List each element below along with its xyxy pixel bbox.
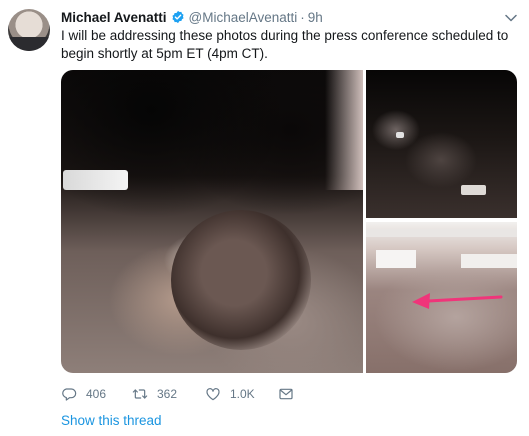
tweet-card[interactable]: Michael Avenatti @MichaelAvenatti · 9h I… bbox=[0, 0, 529, 436]
media-photo-2[interactable] bbox=[366, 70, 517, 218]
retweet-icon bbox=[132, 389, 148, 399]
photo-background-detail bbox=[325, 70, 363, 190]
chevron-down-icon[interactable] bbox=[505, 10, 517, 22]
avatar-shirt bbox=[8, 37, 50, 51]
retweet-button[interactable]: 362 bbox=[132, 385, 177, 403]
reply-button[interactable]: 406 bbox=[61, 385, 106, 403]
show-thread-link[interactable]: Show this thread bbox=[61, 413, 162, 428]
photo-white-cap-detail bbox=[63, 170, 128, 190]
tweet-actions: 406 362 1.0K bbox=[61, 385, 361, 403]
tweet-timestamp[interactable]: 9h bbox=[308, 10, 323, 25]
heart-icon bbox=[206, 388, 220, 401]
media-photo-3[interactable] bbox=[366, 222, 517, 373]
reply-icon bbox=[62, 388, 77, 401]
tweet-text: I will be addressing these photos during… bbox=[61, 28, 509, 61]
author-name[interactable]: Michael Avenatti bbox=[61, 10, 167, 25]
author-avatar[interactable] bbox=[8, 9, 50, 51]
author-handle[interactable]: @MichaelAvenatti bbox=[189, 10, 298, 25]
envelope-icon bbox=[279, 388, 293, 400]
reply-count: 406 bbox=[86, 387, 107, 401]
tweet-header: Michael Avenatti @MichaelAvenatti · 9h bbox=[61, 8, 323, 26]
tweet-media-grid bbox=[61, 70, 517, 373]
media-photo-1[interactable] bbox=[61, 70, 363, 373]
direct-message-button[interactable] bbox=[278, 385, 303, 403]
photo-highlight-detail bbox=[461, 185, 486, 195]
photo-highlight-detail bbox=[396, 132, 404, 138]
verified-badge-icon bbox=[171, 10, 185, 24]
header-separator: · bbox=[300, 9, 305, 25]
like-button[interactable]: 1.0K bbox=[205, 385, 255, 403]
pink-arrow-annotation bbox=[412, 293, 503, 309]
photo-shadow-detail bbox=[171, 210, 311, 350]
like-count: 1.0K bbox=[230, 387, 255, 401]
retweet-count: 362 bbox=[157, 387, 178, 401]
